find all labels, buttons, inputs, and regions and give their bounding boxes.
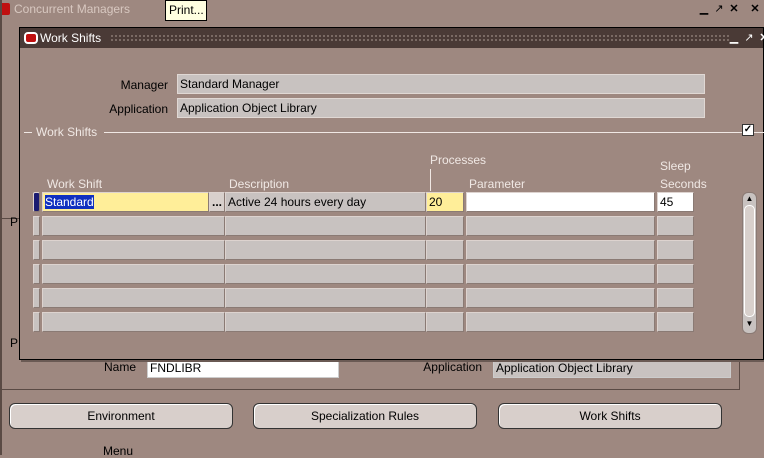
close-icon[interactable]: ✕ (727, 2, 741, 16)
print-tooltip: Print... (165, 0, 207, 21)
cell-description[interactable]: Active 24 hours every day (225, 192, 426, 212)
col-header-processes: Processes (430, 153, 487, 167)
dialog-titlebar: Work Shifts ▁ ↗ ✕ (20, 28, 764, 48)
cell-sleep[interactable] (657, 240, 694, 260)
col-header-parameter: Parameter (469, 177, 526, 191)
application-field[interactable]: Application Object Library (177, 98, 705, 118)
cell-processes[interactable] (426, 216, 464, 236)
row-indicator[interactable] (33, 216, 40, 236)
cell-parameter[interactable] (466, 312, 655, 332)
cell-processes[interactable]: 20 (426, 192, 464, 212)
name-field[interactable]: FNDLIBR (147, 358, 339, 378)
close-icon-outer[interactable]: ✕ (748, 2, 762, 16)
menu-label: Menu (103, 444, 134, 458)
col-header-description: Description (229, 177, 290, 191)
cell-parameter[interactable] (466, 288, 655, 308)
cell-description[interactable] (225, 216, 426, 236)
application-field[interactable]: Application Object Library (493, 358, 731, 378)
cell-description[interactable] (225, 312, 426, 332)
bg-left-edge (0, 0, 2, 455)
row-indicator[interactable] (33, 288, 40, 308)
manager-field[interactable]: Standard Manager (177, 74, 705, 94)
cell-processes[interactable] (426, 240, 464, 260)
close-icon[interactable]: ✕ (757, 30, 764, 46)
row-indicator[interactable] (33, 264, 40, 284)
application-label: Application (109, 102, 168, 116)
cell-parameter[interactable] (466, 240, 655, 260)
lov-button[interactable]: ... (209, 192, 225, 212)
cell-work-shift[interactable] (42, 216, 225, 236)
environment-button[interactable]: Environment (9, 403, 233, 429)
section-line (24, 132, 32, 133)
bg-window-titlebar: Concurrent Managers (0, 0, 764, 18)
cell-work-shift[interactable] (42, 312, 225, 332)
cell-description[interactable] (225, 240, 426, 260)
specialization-rules-button[interactable]: Specialization Rules (253, 403, 477, 429)
cell-sleep[interactable] (657, 288, 694, 308)
cell-processes[interactable] (426, 264, 464, 284)
cell-sleep[interactable] (657, 216, 694, 236)
row-indicator[interactable] (33, 312, 40, 332)
titlebar-pattern (110, 34, 730, 42)
selected-text: Standard (45, 195, 94, 209)
cell-work-shift[interactable] (42, 240, 225, 260)
work-shifts-button[interactable]: Work Shifts (498, 403, 722, 429)
bg-panel-letter: P (10, 336, 19, 350)
bg-window-title: Concurrent Managers (14, 2, 131, 16)
cell-sleep[interactable]: 45 (657, 192, 694, 212)
minimize-icon[interactable]: ▁ (697, 2, 711, 16)
checkbox-checked-icon[interactable]: ✓ (742, 124, 754, 136)
minimize-icon[interactable]: ▁ (727, 30, 741, 46)
header-bracket (430, 169, 431, 191)
cell-sleep[interactable] (657, 264, 694, 284)
bg-panel-letter: P (10, 215, 19, 229)
work-shifts-dialog: Work Shifts ▁ ↗ ✕ Manager Standard Manag… (19, 27, 764, 360)
oracle-logo-icon (24, 32, 38, 44)
cell-processes[interactable] (426, 288, 464, 308)
scroll-thumb[interactable] (744, 205, 755, 317)
cell-sleep[interactable] (657, 312, 694, 332)
cell-parameter[interactable] (466, 216, 655, 236)
section-title: Work Shifts (36, 125, 98, 139)
cell-work-shift[interactable]: Standard (42, 192, 209, 212)
row-indicator[interactable] (33, 192, 40, 212)
cell-description[interactable] (225, 288, 426, 308)
vertical-scrollbar[interactable]: ▲ ▼ (742, 192, 757, 334)
application-label: Application (423, 360, 482, 374)
cell-description[interactable] (225, 264, 426, 284)
cell-processes[interactable] (426, 312, 464, 332)
row-indicator[interactable] (33, 240, 40, 260)
cell-work-shift[interactable] (42, 288, 225, 308)
manager-label: Manager (120, 78, 168, 92)
name-label: Name (103, 360, 136, 374)
section-line (104, 132, 764, 133)
restore-icon[interactable]: ↗ (712, 2, 726, 16)
col-header-seconds: Seconds (660, 177, 707, 191)
dialog-title: Work Shifts (40, 31, 102, 45)
cell-work-shift[interactable] (42, 264, 225, 284)
col-header-sleep: Sleep (660, 159, 691, 173)
cell-parameter[interactable] (466, 192, 655, 212)
cell-parameter[interactable] (466, 264, 655, 284)
scroll-down-icon[interactable]: ▼ (744, 319, 755, 331)
col-header-work-shift: Work Shift (47, 177, 103, 191)
restore-icon[interactable]: ↗ (742, 30, 756, 46)
